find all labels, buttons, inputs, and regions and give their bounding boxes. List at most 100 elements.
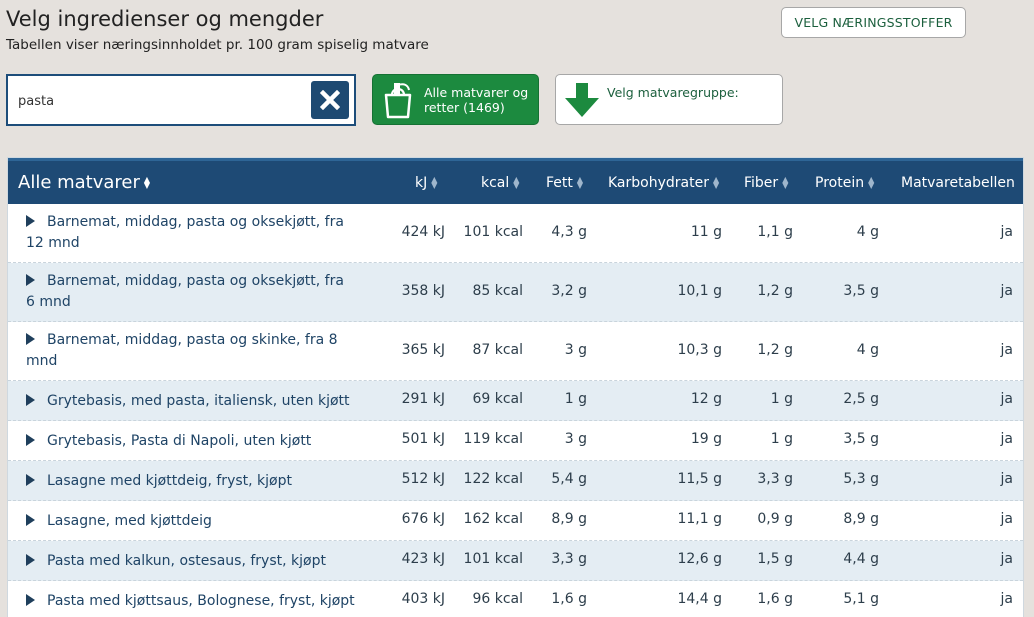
search-box bbox=[6, 74, 356, 126]
cell-kj: 403 kJ bbox=[401, 591, 445, 607]
table-row[interactable]: Lasagne, med kjøttdeig 676 kJ 162 kcal 8… bbox=[8, 501, 1023, 541]
table-row[interactable]: Grytebasis, med pasta, italiensk, uten k… bbox=[8, 381, 1023, 421]
cell-karbohydrater: 14,4 g bbox=[677, 591, 722, 607]
cell-karbohydrater: 19 g bbox=[690, 431, 722, 447]
cell-fiber: 0,9 g bbox=[757, 511, 793, 527]
sort-icon: ▲ ▼ bbox=[782, 174, 789, 190]
cell-kj: 358 kJ bbox=[401, 283, 445, 299]
cell-fett: 3,2 g bbox=[551, 283, 587, 299]
sort-icon: ▲ ▼ bbox=[576, 174, 584, 190]
row-name: Lasagne, med kjøttdeig bbox=[26, 511, 406, 532]
select-nutrients-button[interactable]: VELG NÆRINGSSTOFFER bbox=[781, 7, 966, 38]
cell-fett: 4,3 g bbox=[551, 224, 587, 240]
expand-icon bbox=[26, 215, 35, 227]
row-name: Barnemat, middag, pasta og oksekjøtt, fr… bbox=[26, 273, 344, 310]
cell-kcal: 85 kcal bbox=[472, 283, 523, 299]
column-header-protein[interactable]: Protein ▲ ▼ bbox=[815, 161, 876, 204]
cell-matvaretabellen: ja bbox=[1000, 283, 1013, 299]
row-name: Barnemat, middag, pasta og skinke, fra 8… bbox=[26, 332, 338, 369]
cell-protein: 8,9 g bbox=[843, 511, 879, 527]
cell-karbohydrater: 11,1 g bbox=[677, 511, 722, 527]
cell-karbohydrater: 10,3 g bbox=[677, 342, 722, 358]
sort-icon: ▲ ▼ bbox=[712, 174, 720, 190]
expand-icon bbox=[26, 394, 35, 406]
table-row[interactable]: Lasagne med kjøttdeig, fryst, kjøpt 512 … bbox=[8, 461, 1023, 501]
cell-protein: 2,5 g bbox=[843, 391, 879, 407]
expand-icon bbox=[26, 333, 35, 345]
close-icon bbox=[320, 90, 340, 110]
table-row[interactable]: Barnemat, middag, pasta og oksekjøtt, fr… bbox=[8, 204, 1023, 263]
column-header-fett[interactable]: Fett ▲ ▼ bbox=[546, 161, 585, 204]
arrow-down-icon bbox=[565, 83, 599, 117]
cell-karbohydrater: 11 g bbox=[690, 224, 722, 240]
cell-protein: 5,3 g bbox=[843, 471, 879, 487]
row-name: Grytebasis, Pasta di Napoli, uten kjøtt bbox=[26, 431, 406, 452]
cell-fiber: 1,1 g bbox=[757, 224, 793, 240]
sort-icon: ▲ ▼ bbox=[143, 174, 151, 190]
cell-fiber: 3,3 g bbox=[757, 471, 793, 487]
cell-kcal: 96 kcal bbox=[472, 591, 523, 607]
expand-icon bbox=[26, 594, 35, 606]
table-row[interactable]: Pasta med kjøttsaus, Bolognese, fryst, k… bbox=[8, 581, 1023, 617]
cell-protein: 3,5 g bbox=[843, 283, 879, 299]
cell-kcal: 101 kcal bbox=[463, 224, 523, 240]
all-foods-label: Alle matvarer og retter (1469) bbox=[424, 84, 529, 115]
cell-fett: 1,6 g bbox=[551, 591, 587, 607]
row-name: Grytebasis, med pasta, italiensk, uten k… bbox=[26, 391, 406, 412]
column-header-name[interactable]: Alle matvarer ▲ ▼ bbox=[18, 161, 152, 204]
table-body: Barnemat, middag, pasta og oksekjøtt, fr… bbox=[8, 204, 1023, 617]
table-row[interactable]: Barnemat, middag, pasta og skinke, fra 8… bbox=[8, 322, 1023, 381]
page-subtitle: Tabellen viser næringsinnholdet pr. 100 … bbox=[6, 37, 429, 53]
cell-kcal: 119 kcal bbox=[463, 431, 523, 447]
cell-protein: 5,1 g bbox=[843, 591, 879, 607]
expand-icon bbox=[26, 514, 35, 526]
cell-fiber: 1,6 g bbox=[757, 591, 793, 607]
cell-kj: 501 kJ bbox=[401, 431, 445, 447]
column-header-karbohydrater[interactable]: Karbohydrater ▲ ▼ bbox=[608, 161, 721, 204]
cell-matvaretabellen: ja bbox=[1000, 471, 1013, 487]
row-name: Barnemat, middag, pasta og oksekjøtt, fr… bbox=[26, 214, 344, 251]
cell-kj: 365 kJ bbox=[401, 342, 445, 358]
cell-matvaretabellen: ja bbox=[1000, 551, 1013, 567]
cell-matvaretabellen: ja bbox=[1000, 224, 1013, 240]
cell-fett: 5,4 g bbox=[551, 471, 587, 487]
cell-karbohydrater: 10,1 g bbox=[677, 283, 722, 299]
sort-icon: ▲ ▼ bbox=[431, 174, 438, 190]
search-input[interactable] bbox=[18, 90, 308, 112]
cell-matvaretabellen: ja bbox=[1000, 391, 1013, 407]
cell-matvaretabellen: ja bbox=[1000, 431, 1013, 447]
cell-protein: 3,5 g bbox=[843, 431, 879, 447]
cell-kj: 424 kJ bbox=[401, 224, 445, 240]
row-name: Pasta med kjøttsaus, Bolognese, fryst, k… bbox=[26, 591, 406, 612]
all-foods-button[interactable]: Alle matvarer og retter (1469) bbox=[372, 74, 539, 125]
shopping-bag-icon bbox=[384, 82, 412, 118]
cell-matvaretabellen: ja bbox=[1000, 591, 1013, 607]
cell-fiber: 1 g bbox=[770, 431, 793, 447]
row-name: Lasagne med kjøttdeig, fryst, kjøpt bbox=[26, 471, 406, 492]
table-row[interactable]: Barnemat, middag, pasta og oksekjøtt, fr… bbox=[8, 263, 1023, 322]
expand-icon bbox=[26, 434, 35, 446]
column-header-fiber[interactable]: Fiber ▲ ▼ bbox=[744, 161, 790, 204]
cell-karbohydrater: 12 g bbox=[690, 391, 722, 407]
column-header-matvaretabellen[interactable]: Matvaretabellen bbox=[901, 161, 1015, 204]
cell-kcal: 122 kcal bbox=[463, 471, 523, 487]
cell-kj: 676 kJ bbox=[401, 511, 445, 527]
cell-protein: 4,4 g bbox=[843, 551, 879, 567]
cell-kcal: 69 kcal bbox=[472, 391, 523, 407]
food-group-dropdown[interactable]: Velg matvaregruppe: bbox=[555, 74, 783, 125]
cell-fett: 1 g bbox=[564, 391, 587, 407]
food-group-label: Velg matvaregruppe: bbox=[607, 85, 739, 100]
column-header-kcal[interactable]: kcal ▲ ▼ bbox=[481, 161, 521, 204]
clear-search-button[interactable] bbox=[311, 81, 349, 119]
expand-icon bbox=[26, 274, 35, 286]
row-name: Pasta med kalkun, ostesaus, fryst, kjøpt bbox=[26, 551, 406, 572]
cell-fett: 3 g bbox=[564, 431, 587, 447]
expand-icon bbox=[26, 474, 35, 486]
cell-fiber: 1,5 g bbox=[757, 551, 793, 567]
cell-matvaretabellen: ja bbox=[1000, 342, 1013, 358]
column-header-kj[interactable]: kJ ▲ ▼ bbox=[415, 161, 439, 204]
table-row[interactable]: Pasta med kalkun, ostesaus, fryst, kjøpt… bbox=[8, 541, 1023, 581]
table-row[interactable]: Grytebasis, Pasta di Napoli, uten kjøtt … bbox=[8, 421, 1023, 461]
cell-kj: 291 kJ bbox=[401, 391, 445, 407]
cell-kj: 512 kJ bbox=[401, 471, 445, 487]
